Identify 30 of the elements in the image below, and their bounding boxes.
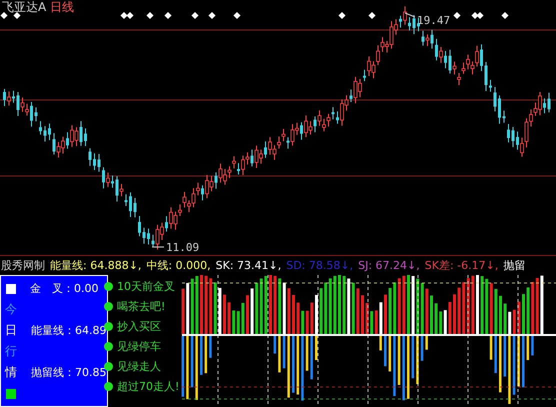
dot-icon [104,382,113,391]
signal-label: 抄入买区 [117,319,161,334]
signal-label: 见绿停车 [117,339,161,354]
side-label: 今 [5,301,17,318]
signal-label: 见绿走人 [117,359,161,374]
side-label: 日 [5,322,17,339]
dot-icon [104,342,113,351]
chart-period: 日线 [50,0,74,14]
side-label: 行 [5,343,17,360]
indicator-value: SK差: -6.17↓, [424,258,498,273]
stock-name: 飞亚达A [2,0,46,14]
dot-icon [104,302,113,311]
dot-icon [104,362,113,371]
info-value: 金 叉：0.00 [30,281,98,296]
indicator-value: 中线: 0.000, [146,258,211,273]
info-value: 能量线：64.89 [31,323,106,338]
dot-icon [104,322,113,331]
signal-label: 超过70走人! [117,379,180,394]
side-label: 情 [5,364,17,381]
indicator-value: SD: 78.58↓, [286,259,354,272]
indicator-value: SK: 73.41↓, [216,259,282,272]
info-value: 抛留线：70.85 [31,365,106,380]
low-price-label: 11.09 [152,241,200,254]
indicator-value: 抛留 [503,258,526,273]
signal-label: 10天前金叉 [117,279,175,294]
indicator-value: 能量线: 64.888↓, [50,258,142,273]
indicator-title: 股秀网制 [1,258,45,273]
signal-label: 喝茶去吧! [117,299,166,314]
indicator-value: SJ: 67.24↓, [358,259,420,272]
dot-icon [104,282,113,291]
